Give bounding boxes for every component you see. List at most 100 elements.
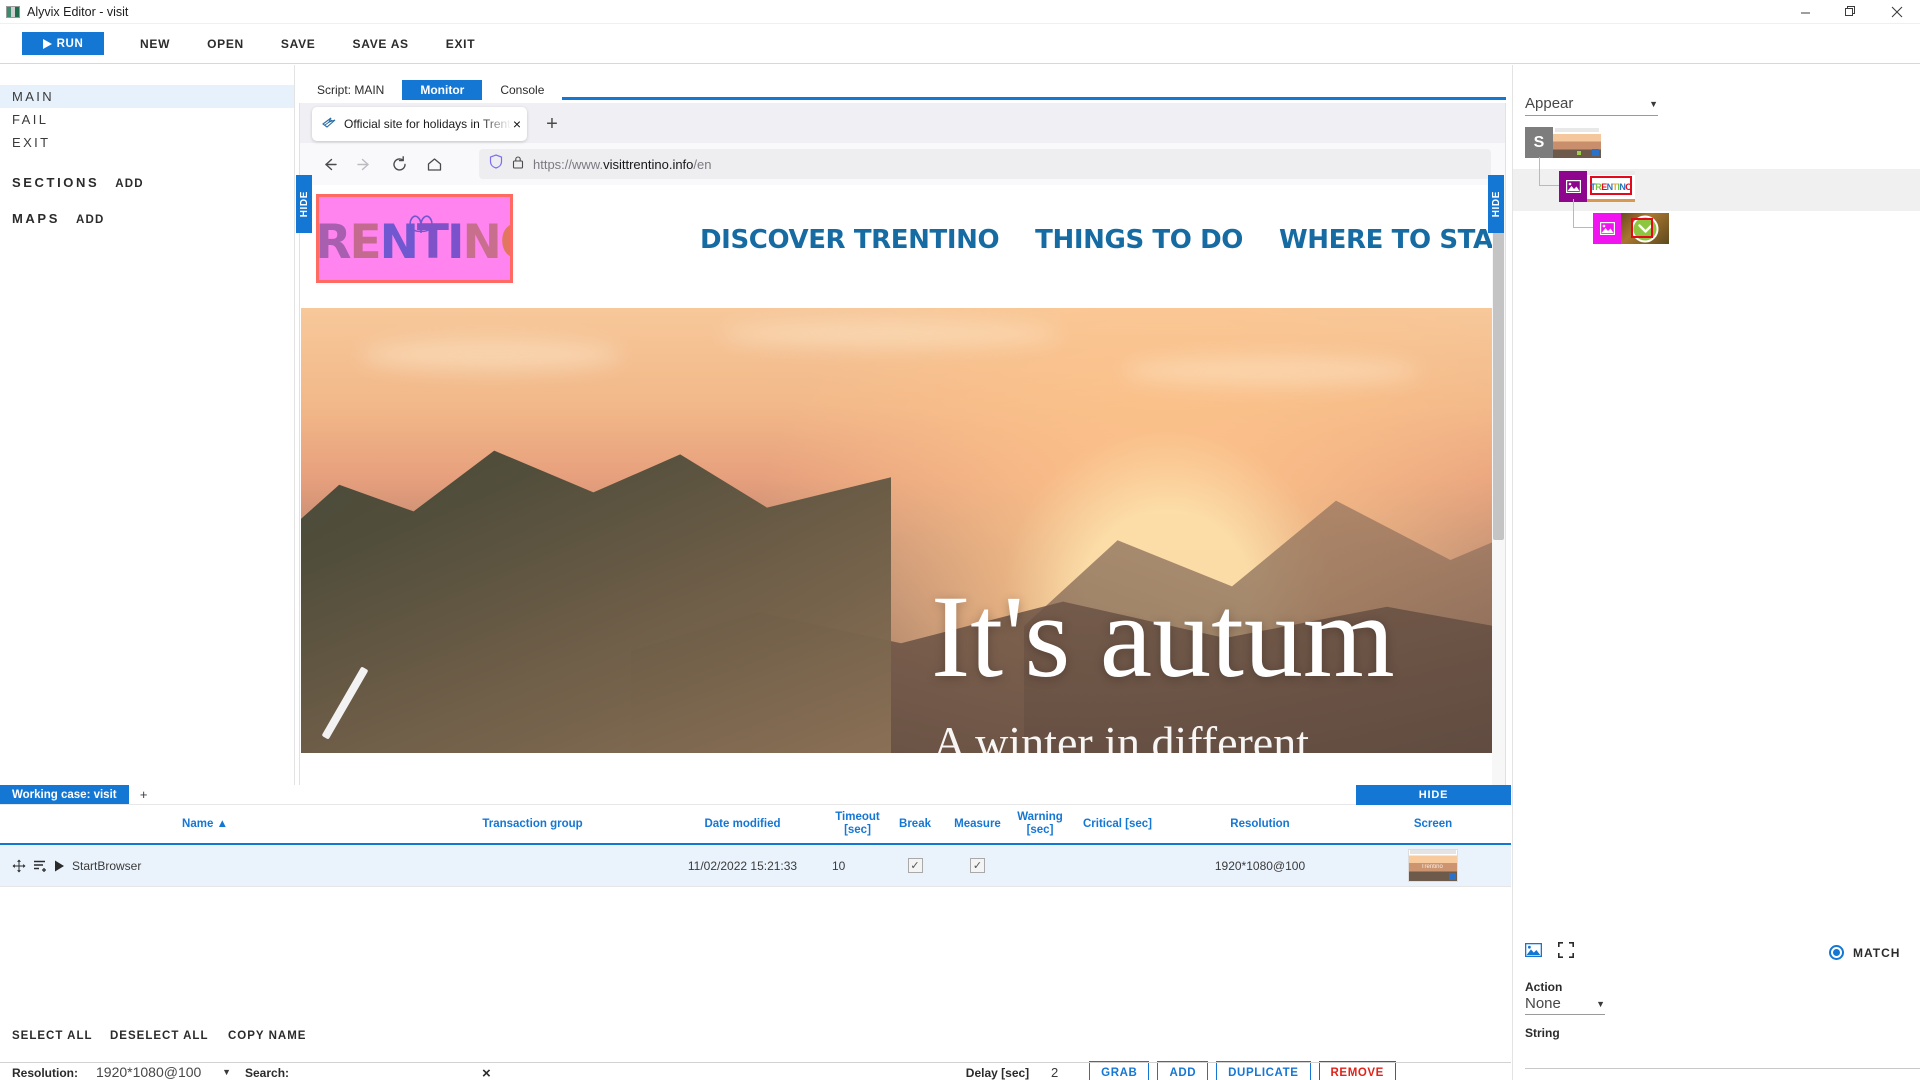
col-timeout[interactable]: Timeout [sec] — [830, 805, 885, 846]
col-measure[interactable]: Measure — [945, 805, 1010, 846]
main-toolbar: RUN NEW OPEN SAVE SAVE AS EXIT — [0, 24, 1920, 64]
appear-dropdown-value: Appear — [1525, 95, 1574, 112]
hide-right-label: HIDE — [1490, 190, 1502, 218]
run-button[interactable]: RUN — [22, 32, 104, 55]
browser-tab-close-icon[interactable]: × — [511, 116, 521, 132]
col-critical[interactable]: Critical [sec] — [1070, 805, 1165, 846]
maps-add-button[interactable]: ADD — [76, 214, 105, 226]
radio-match[interactable]: MATCH — [1829, 945, 1900, 960]
browser-tab[interactable]: Official site for holidays in Trentino × — [312, 107, 527, 141]
save-as-button[interactable]: SAVE AS — [351, 33, 411, 55]
col-resolution[interactable]: Resolution — [1165, 805, 1355, 846]
col-screen[interactable]: Screen — [1355, 805, 1511, 846]
clear-search-icon[interactable]: × — [482, 1065, 491, 1080]
deselect-all-button[interactable]: DESELECT ALL — [110, 1030, 208, 1042]
page-vertical-scrollbar[interactable]: ▲ ▼ — [1492, 185, 1505, 842]
tree-node-arrow[interactable] — [1593, 213, 1669, 244]
open-button[interactable]: OPEN — [205, 33, 246, 55]
lock-icon[interactable] — [512, 155, 524, 174]
working-case-tab[interactable]: Working case: visit — [0, 785, 129, 804]
col-name[interactable]: Name ▲ — [0, 805, 410, 846]
close-button[interactable] — [1874, 0, 1920, 24]
remove-button[interactable]: REMOVE — [1318, 1061, 1396, 1080]
shield-icon[interactable] — [489, 154, 503, 174]
string-label: String — [1525, 1026, 1560, 1040]
col-date-modified[interactable]: Date modified — [655, 805, 830, 846]
table-row[interactable]: StartBrowser 11/02/2022 15:21:33 10 ✓ ✓ … — [0, 844, 1511, 887]
appear-dropdown[interactable]: Appear ▼ — [1525, 95, 1658, 116]
duplicate-button[interactable]: DUPLICATE — [1216, 1061, 1311, 1080]
hide-left-panel-button[interactable]: HIDE — [296, 175, 312, 233]
object-panel: Appear ▼ S TRENTINO MATCH Action None ▼ … — [1512, 65, 1920, 1080]
radio-dot-icon — [1829, 945, 1844, 960]
trentino-logo-selection[interactable]: TRENTINO — [316, 194, 513, 283]
minimize-button[interactable] — [1782, 0, 1828, 24]
cell-critical[interactable] — [1070, 844, 1165, 887]
search-input[interactable] — [299, 1064, 464, 1080]
add-button[interactable]: ADD — [1157, 1061, 1209, 1080]
mountain-ridge-near — [301, 450, 891, 753]
play-icon — [42, 38, 52, 49]
working-case-bar: Working case: visit + HIDE — [0, 785, 1511, 805]
play-row-icon[interactable] — [54, 860, 65, 872]
add-working-case-button[interactable]: + — [129, 785, 159, 804]
table-header-row: Name ▲ Transaction group Date modified T… — [0, 805, 1511, 846]
col-break[interactable]: Break — [885, 805, 945, 846]
tree-row — [1513, 199, 1920, 253]
cell-screen[interactable]: Trentino — [1355, 844, 1511, 887]
back-arrow-icon[interactable] — [314, 149, 344, 179]
hide-right-panel-button[interactable]: HIDE — [1488, 175, 1504, 233]
cell-timeout[interactable]: 10 — [830, 844, 885, 887]
cell-break: ✓ — [885, 844, 945, 887]
tab-console[interactable]: Console — [482, 80, 563, 100]
forward-arrow-icon[interactable] — [349, 149, 379, 179]
col-transaction-group[interactable]: Transaction group — [410, 805, 655, 846]
copy-name-button[interactable]: COPY NAME — [228, 1030, 306, 1042]
hide-bottom-panel-button[interactable]: HIDE — [1356, 785, 1511, 805]
site-header: TRENTINO DISCOVER TRENTINO THINGS TO DO … — [300, 185, 1505, 308]
tree-node-screen[interactable]: S — [1525, 127, 1601, 158]
new-tab-button[interactable]: + — [540, 112, 564, 136]
sidebar-item-main[interactable]: MAIN — [0, 85, 294, 108]
row-name-label: StartBrowser — [72, 858, 142, 873]
screen-thumbnail — [1553, 127, 1601, 158]
delay-input[interactable]: 2 — [1037, 1065, 1072, 1080]
nav-things-to-do[interactable]: THINGS TO DO — [1035, 225, 1243, 255]
home-icon[interactable] — [419, 149, 449, 179]
page-scroll-thumb[interactable] — [1493, 210, 1504, 540]
image-icon[interactable] — [1524, 942, 1543, 962]
select-all-button[interactable]: SELECT ALL — [12, 1030, 93, 1042]
sections-add-button[interactable]: ADD — [115, 178, 144, 190]
fullscreen-icon[interactable] — [1558, 942, 1574, 963]
cell-name: StartBrowser — [0, 844, 410, 887]
tab-monitor[interactable]: Monitor — [402, 80, 483, 100]
reload-icon[interactable] — [384, 149, 414, 179]
cell-warning[interactable] — [1010, 844, 1070, 887]
cases-panel: Working case: visit + HIDE Name ▲ Transa… — [0, 785, 1511, 1080]
action-dropdown[interactable]: None ▼ — [1525, 995, 1605, 1015]
exit-button[interactable]: EXIT — [444, 33, 477, 55]
sidebar-item-exit[interactable]: EXIT — [0, 131, 294, 154]
tree-connector — [1539, 157, 1561, 186]
drag-handle-icon[interactable] — [12, 859, 26, 873]
grab-button[interactable]: GRAB — [1089, 1061, 1150, 1080]
string-input[interactable] — [1525, 1068, 1920, 1069]
cell-resolution: 1920*1080@100 — [1165, 844, 1355, 887]
action-label: Action — [1525, 980, 1563, 994]
col-warning[interactable]: Warning [sec] — [1010, 805, 1070, 846]
break-checkbox[interactable]: ✓ — [907, 858, 923, 874]
tab-script-main[interactable]: Script: MAIN — [299, 80, 403, 100]
tree-node-logo[interactable]: TRENTINO — [1559, 171, 1635, 202]
image-icon — [1593, 213, 1621, 244]
address-bar[interactable]: https://www.visittrentino.info/en — [479, 149, 1491, 179]
measure-checkbox[interactable]: ✓ — [970, 858, 985, 874]
new-button[interactable]: NEW — [138, 33, 172, 55]
maximize-restore-button[interactable] — [1828, 0, 1874, 24]
resolution-filter-dropdown[interactable]: 1920*1080@100 ▼ — [88, 1064, 233, 1080]
sidebar-item-fail[interactable]: FAIL — [0, 108, 294, 131]
nav-discover-trentino[interactable]: DISCOVER TRENTINO — [700, 225, 1000, 255]
add-transaction-icon[interactable] — [33, 859, 47, 873]
sidebar-group-maps: MAPS ADD — [0, 211, 294, 226]
save-button[interactable]: SAVE — [279, 33, 318, 55]
nav-where-to-stay[interactable]: WHERE TO STAY — [1279, 225, 1505, 255]
